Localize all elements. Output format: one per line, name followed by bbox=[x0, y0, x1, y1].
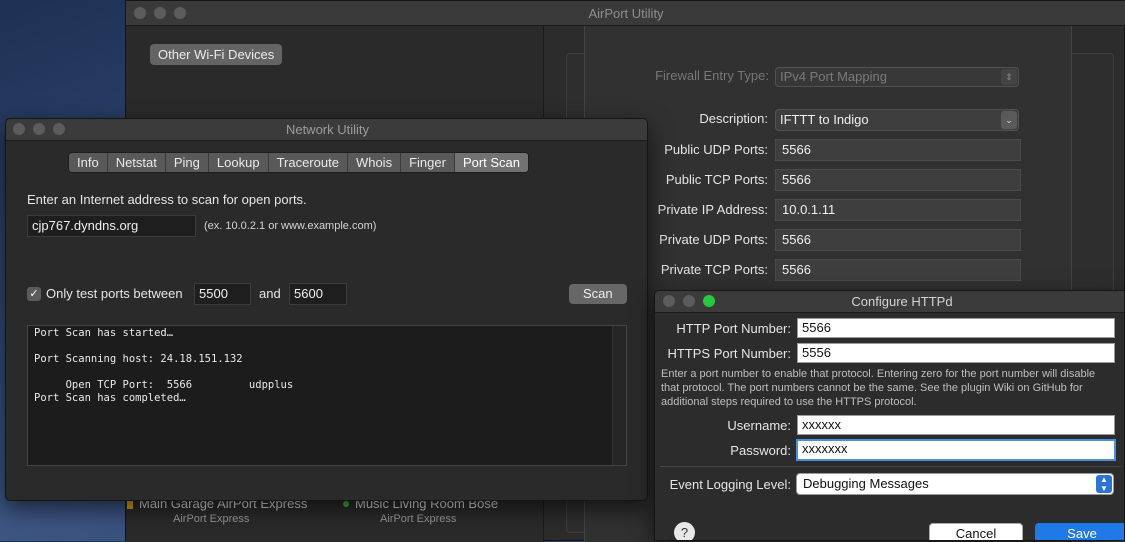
http-port-label: HTTP Port Number: bbox=[676, 321, 791, 336]
address-input[interactable]: cjp767.dyndns.org bbox=[27, 215, 196, 237]
cancel-button[interactable]: Cancel bbox=[929, 523, 1023, 540]
tab-whois[interactable]: Whois bbox=[348, 153, 402, 172]
tab-netstat[interactable]: Netstat bbox=[108, 153, 166, 172]
public-tcp-field[interactable]: 5566 bbox=[775, 169, 1021, 191]
firewall-entry-type-popup: IPv4 Port Mapping ⇕ bbox=[775, 67, 1019, 87]
event-logging-label: Event Logging Level: bbox=[669, 477, 791, 492]
port-to-input[interactable]: 5600 bbox=[289, 283, 347, 305]
username-label: Username: bbox=[727, 418, 791, 433]
network-utility-titlebar: Network Utility bbox=[6, 119, 647, 141]
output-line: Port Scan has started… bbox=[34, 327, 174, 339]
tab-finger[interactable]: Finger bbox=[401, 153, 455, 172]
window-title: Network Utility bbox=[285, 122, 370, 137]
tab-ping[interactable]: Ping bbox=[166, 153, 209, 172]
scan-prompt: Enter an Internet address to scan for op… bbox=[27, 192, 307, 207]
password-label: Password: bbox=[730, 443, 791, 458]
status-dot-icon bbox=[127, 500, 133, 509]
help-text: Enter a port number to enable that proto… bbox=[661, 368, 1096, 408]
device-type: AirPort Express bbox=[173, 513, 250, 525]
chevron-updown-icon: ⇕ bbox=[1001, 69, 1017, 85]
output-line: Port Scan has completed… bbox=[34, 392, 186, 404]
address-hint: (ex. 10.0.2.1 or www.example.com) bbox=[204, 220, 377, 232]
and-label: and bbox=[259, 286, 281, 301]
output-line: Port Scanning host: 24.18.151.132 bbox=[34, 353, 243, 365]
tab-port-scan[interactable]: Port Scan bbox=[454, 153, 529, 172]
private-ip-field[interactable]: 10.0.1.11 bbox=[775, 199, 1021, 221]
airport-titlebar: AirPort Utility bbox=[126, 1, 1125, 26]
output-scrollbar[interactable] bbox=[612, 326, 626, 465]
firewall-entry-type-value: IPv4 Port Mapping bbox=[780, 69, 887, 84]
description-combo[interactable]: IFTTT to Indigo ⌄ bbox=[775, 109, 1019, 131]
event-logging-value: Debugging Messages bbox=[803, 476, 929, 491]
window-title: Configure HTTPd bbox=[851, 294, 953, 309]
chevron-updown-icon: ▲ ▼ bbox=[1096, 475, 1112, 493]
only-test-ports-label: Only test ports between bbox=[46, 286, 183, 301]
scan-output: Port Scan has started… Port Scanning hos… bbox=[27, 325, 627, 466]
scan-button[interactable]: Scan bbox=[569, 284, 627, 304]
tab-bar: Info Netstat Ping Lookup Traceroute Whoi… bbox=[68, 152, 530, 173]
private-udp-field[interactable]: 5566 bbox=[775, 229, 1021, 251]
tab-info[interactable]: Info bbox=[69, 153, 108, 172]
only-test-ports-checkbox[interactable]: ✓ bbox=[27, 287, 41, 301]
configure-httpd-titlebar: Configure HTTPd bbox=[655, 291, 1124, 313]
https-port-label: HTTPS Port Number: bbox=[667, 346, 791, 361]
private-tcp-field[interactable]: 5566 bbox=[775, 259, 1021, 281]
username-input[interactable]: xxxxxx bbox=[797, 415, 1115, 435]
help-button[interactable]: ? bbox=[674, 522, 695, 540]
password-input[interactable]: xxxxxxx bbox=[796, 439, 1116, 461]
network-utility-window: Network Utility Info Netstat Ping Lookup… bbox=[5, 118, 648, 501]
device-type: AirPort Express bbox=[380, 513, 457, 525]
port-from-input[interactable]: 5500 bbox=[194, 283, 251, 305]
other-wifi-devices-button[interactable]: Other Wi-Fi Devices bbox=[150, 44, 283, 65]
description-value: IFTTT to Indigo bbox=[780, 112, 869, 127]
http-port-input[interactable]: 5566 bbox=[797, 318, 1115, 338]
chevron-down-icon[interactable]: ⌄ bbox=[1001, 111, 1017, 129]
tab-lookup[interactable]: Lookup bbox=[209, 153, 269, 172]
divider bbox=[660, 466, 1121, 467]
window-title: AirPort Utility bbox=[588, 6, 664, 21]
firewall-entry-type-label: Firewall Entry Type: bbox=[655, 68, 769, 83]
https-port-input[interactable]: 5556 bbox=[797, 343, 1115, 363]
tab-traceroute[interactable]: Traceroute bbox=[269, 153, 348, 172]
save-button[interactable]: Save bbox=[1035, 523, 1124, 540]
output-line: Open TCP Port: 5566 udpplus bbox=[34, 379, 294, 391]
public-udp-field[interactable]: 5566 bbox=[775, 139, 1021, 161]
event-logging-popup[interactable]: Debugging Messages ▲ ▼ bbox=[796, 473, 1114, 495]
status-dot-icon bbox=[343, 501, 349, 507]
configure-httpd-window: Configure HTTPd HTTP Port Number: 5566 H… bbox=[654, 290, 1125, 541]
